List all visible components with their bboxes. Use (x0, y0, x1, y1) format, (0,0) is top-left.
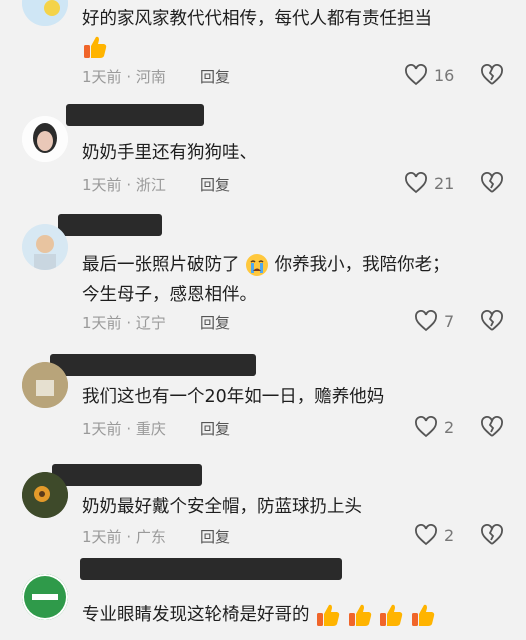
thumbs-up-emoji (84, 36, 107, 58)
thumbs-up-emoji (317, 604, 340, 626)
broken-heart-icon (481, 310, 503, 331)
comment-emoji-line (82, 34, 108, 61)
comment-item: 奶奶手里还有狗狗哇、 1天前 · 浙江 回复 21 (0, 100, 526, 212)
like-count: 21 (434, 173, 455, 193)
thumbs-up-emoji (411, 604, 435, 626)
comment-text: 最后一张照片破防了 你养我小，我陪你老； (82, 254, 450, 276)
username-redacted (50, 354, 256, 376)
reply-button[interactable]: 回复 (200, 418, 230, 439)
heart-outline-icon (415, 310, 437, 332)
comment-item: 奶奶最好戴个安全帽，防蓝球扔上头 1天前 · 广东 回复 2 (0, 462, 526, 566)
reply-button[interactable]: 回复 (200, 66, 230, 87)
comment-meta: 1天前 · 广东 (82, 528, 166, 546)
comment-text: 我们这也有一个20年如一日，赡养他妈 (82, 387, 385, 407)
heart-outline-icon (405, 172, 427, 194)
broken-heart-icon (481, 64, 503, 85)
avatar[interactable] (22, 574, 68, 620)
broken-heart-icon (481, 172, 503, 193)
like-count: 2 (444, 525, 455, 545)
dislike-button[interactable] (480, 416, 504, 442)
broken-heart-icon (481, 416, 503, 437)
comment-item: 我们这也有一个20年如一日，赡养他妈 1天前 · 重庆 回复 2 (0, 352, 526, 462)
like-count: 16 (434, 65, 455, 85)
comment-text: 奶奶手里还有狗狗哇、 (82, 143, 257, 163)
comment-meta: 1天前 · 浙江 (82, 176, 166, 194)
dislike-button[interactable] (480, 64, 504, 90)
thumbs-up-emoji-group (315, 604, 436, 626)
username-redacted (52, 464, 202, 486)
like-count: 2 (444, 417, 455, 437)
comment-text: 专业眼睛发现这轮椅是好哥的 (82, 602, 436, 629)
dislike-button[interactable] (480, 524, 504, 550)
reply-button[interactable]: 回复 (200, 174, 230, 195)
username-redacted (80, 558, 342, 580)
comment-text: 奶奶最好戴个安全帽，防蓝球扔上头 (82, 497, 362, 517)
comment-meta: 1天前 · 重庆 (82, 420, 166, 438)
avatar[interactable] (22, 0, 68, 26)
reply-button[interactable]: 回复 (200, 526, 230, 547)
like-button[interactable]: 2 (414, 416, 454, 438)
like-button[interactable]: 16 (404, 64, 454, 86)
comment-text: 好的家风家教代代相传，每代人都有责任担当 (82, 9, 432, 29)
heart-outline-icon (415, 524, 437, 546)
dislike-button[interactable] (480, 172, 504, 198)
reply-button[interactable]: 回复 (200, 312, 230, 333)
comment-item: 好的家风家教代代相传，每代人都有责任担当 1天前 · 河南 回复 16 (0, 0, 526, 100)
comment-item: 最后一张照片破防了 你养我小，我陪你老； 今生母子，感恩相伴。 1天前 · 辽宁… (0, 212, 526, 352)
username-redacted (58, 214, 162, 236)
dislike-button[interactable] (480, 310, 504, 336)
like-button[interactable]: 2 (414, 524, 454, 546)
thumbs-up-emoji (348, 604, 371, 626)
like-button[interactable]: 21 (404, 172, 454, 194)
crying-face-emoji (246, 254, 269, 276)
avatar[interactable] (22, 224, 68, 270)
username-redacted (66, 104, 204, 126)
comment-item: 专业眼睛发现这轮椅是好哥的 (0, 556, 526, 640)
like-button[interactable]: 7 (414, 310, 454, 332)
comment-meta: 1天前 · 辽宁 (82, 314, 166, 332)
heart-outline-icon (415, 416, 437, 438)
comment-meta: 1天前 · 河南 (82, 68, 166, 86)
broken-heart-icon (481, 524, 503, 545)
avatar[interactable] (22, 362, 68, 408)
comment-text-line-2: 今生母子，感恩相伴。 (82, 285, 257, 305)
avatar[interactable] (22, 116, 68, 162)
like-count: 7 (444, 311, 455, 331)
heart-outline-icon (405, 64, 427, 86)
avatar[interactable] (22, 472, 68, 518)
thumbs-up-emoji (380, 604, 403, 626)
